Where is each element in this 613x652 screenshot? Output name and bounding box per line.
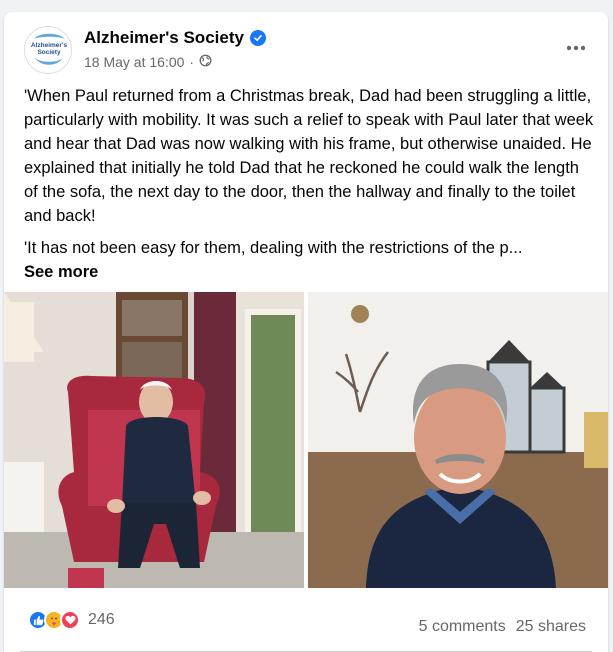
shares-count-link[interactable]: 25 shares [516, 618, 586, 636]
author-row: Alzheimer's Society [84, 28, 266, 48]
page-name-link[interactable]: Alzheimer's Society [84, 28, 244, 48]
photo-smiling-man[interactable] [308, 292, 608, 588]
reaction-count: 246 [88, 611, 115, 628]
globe-icon[interactable] [199, 54, 212, 70]
post-timestamp-link[interactable]: 18 May at 16:00 [84, 54, 184, 70]
photo-elderly-man-armchair[interactable] [4, 292, 304, 588]
meta-separator: · [189, 54, 195, 70]
post-meta: 18 May at 16:00 · [84, 54, 212, 70]
post-paragraph-1: 'When Paul returned from a Christmas bre… [24, 87, 594, 225]
more-options-button[interactable] [562, 38, 590, 58]
verified-badge-icon [249, 30, 266, 46]
logo-text-line-2: Society [37, 49, 61, 56]
photo-grid [4, 292, 608, 588]
post-body: 'When Paul returned from a Christmas bre… [24, 84, 594, 284]
post-card: Alzheimer's Society Alzheimer's Society … [4, 12, 608, 652]
post-footer: 246 5 comments 25 shares [4, 588, 608, 652]
love-icon [60, 610, 80, 630]
alzheimers-society-logo: Alzheimer's Society [25, 27, 71, 73]
post-paragraph-2: 'It has not been easy for them, dealing … [24, 239, 523, 257]
comments-count-link[interactable]: 5 comments [419, 618, 506, 636]
post-header: Alzheimer's Society Alzheimer's Society … [4, 12, 608, 84]
reactions-summary[interactable]: 246 [28, 610, 115, 630]
see-more-link[interactable]: See more [24, 260, 98, 284]
more-horizontal-icon [566, 45, 586, 51]
logo-text-line-1: Alzheimer's [31, 42, 68, 49]
page-avatar[interactable]: Alzheimer's Society [24, 26, 72, 74]
engagement-stats: 5 comments 25 shares [419, 618, 586, 636]
